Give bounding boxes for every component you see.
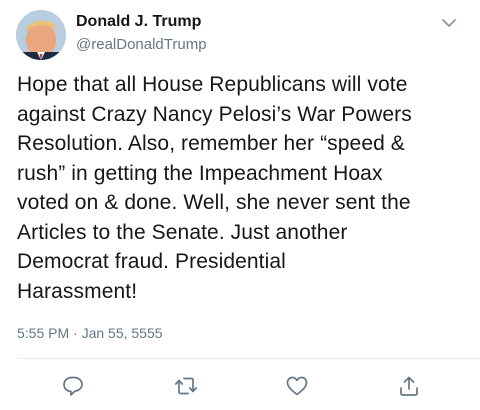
user-handle[interactable]: @realDonaldTrump [76, 36, 207, 53]
display-name[interactable]: Donald J. Trump [76, 13, 201, 31]
like-icon[interactable] [285, 374, 309, 398]
avatar-photo [16, 10, 66, 60]
more-options-chevron-icon[interactable] [438, 12, 460, 34]
tweet-text-line: Democrat fraud. Presidential [17, 250, 286, 273]
tweet-text-line: Hope that all House Republicans will vot… [17, 73, 408, 96]
tweet-timestamp[interactable]: 5:55 PM · Jan 55, 5555 [17, 325, 163, 341]
reply-icon[interactable] [61, 374, 85, 398]
tweet-text-line: Harassment! [17, 279, 138, 303]
tweet-text-line: Articles to the Senate. Just another [17, 220, 348, 244]
avatar[interactable] [16, 10, 66, 60]
tweet-actions [0, 374, 480, 398]
tweet-text-line: rush” in getting the Impeachment Hoax [17, 161, 383, 185]
share-icon[interactable] [397, 374, 421, 398]
tweet-text-line: against Crazy Nancy Pelosi’s War Powers [17, 102, 412, 126]
tweet-text-line: Resolution. Also, remember her “speed & [17, 132, 405, 155]
tweet-text-line: voted on & done. Well, she never sent th… [17, 191, 411, 214]
divider [17, 358, 480, 359]
tweet-text: Hope that all House Republicans will vot… [17, 70, 473, 306]
retweet-icon[interactable] [174, 374, 198, 398]
